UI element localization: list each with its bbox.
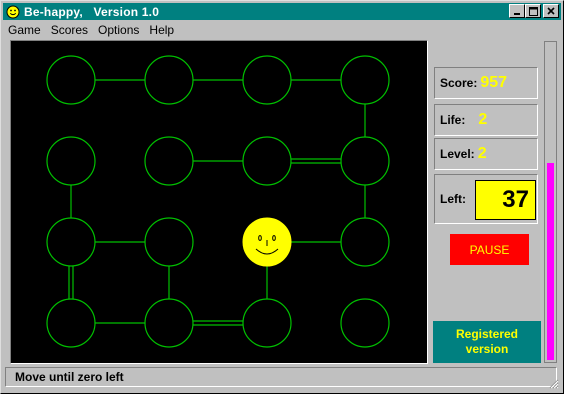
menu-bar: Game Scores Options Help [3, 21, 561, 39]
board-node[interactable] [242, 55, 292, 105]
minimize-button[interactable] [509, 4, 525, 18]
board-node[interactable] [340, 298, 390, 348]
left-counter: 37 [475, 180, 536, 220]
board-node[interactable] [340, 55, 390, 105]
pause-button[interactable]: PAUSE [450, 234, 529, 265]
level-value: 2 [477, 145, 487, 162]
score-value: 957 [480, 74, 508, 91]
app-window: Be-happy, Version 1.0 Game Scores Option… [0, 0, 564, 394]
board-node[interactable] [340, 136, 390, 186]
score-label: Score: [440, 76, 478, 90]
board-node[interactable] [144, 55, 194, 105]
status-bar: Move until zero left [5, 367, 557, 387]
smiley-icon [6, 5, 20, 18]
board-node[interactable] [46, 298, 96, 348]
side-panel: Score: 957 Life: 2 Level: 2 Left: 37 PAU… [431, 40, 541, 364]
board-node[interactable] [144, 217, 194, 267]
board-node[interactable] [242, 298, 292, 348]
window-title: Be-happy, Version 1.0 [24, 4, 160, 19]
menu-help[interactable]: Help [144, 21, 179, 39]
board-node[interactable] [46, 217, 96, 267]
minimize-icon [514, 13, 520, 15]
status-message: Move until zero left [15, 370, 124, 384]
life-panel: Life: 2 [434, 104, 538, 136]
registered-line2: version [465, 342, 509, 356]
registered-banner: Registered version [433, 321, 541, 363]
menu-game[interactable]: Game [3, 21, 46, 39]
maximize-icon [528, 6, 538, 16]
menu-options[interactable]: Options [93, 21, 144, 39]
resize-grip-icon[interactable] [548, 378, 559, 389]
maximize-button[interactable] [525, 4, 541, 18]
level-panel: Level: 2 [434, 138, 538, 170]
left-panel: Left: 37 [434, 174, 538, 224]
progress-gauge [544, 41, 557, 363]
board-node[interactable] [46, 55, 96, 105]
life-label: Life: [440, 113, 466, 127]
progress-gauge-fill [547, 163, 554, 360]
registered-line1: Registered [455, 327, 519, 341]
close-button[interactable] [543, 4, 559, 18]
board-node[interactable] [340, 217, 390, 267]
window-controls [509, 4, 559, 18]
board-node[interactable] [144, 136, 194, 186]
left-label: Left: [440, 192, 466, 206]
title-bar[interactable]: Be-happy, Version 1.0 [3, 3, 561, 20]
score-panel: Score: 957 [434, 67, 538, 99]
close-icon [547, 7, 555, 15]
board-node[interactable] [242, 136, 292, 186]
board-node[interactable] [144, 298, 194, 348]
board-canvas [46, 55, 390, 348]
menu-scores[interactable]: Scores [46, 21, 93, 39]
level-label: Level: [440, 147, 475, 161]
game-board[interactable] [10, 40, 428, 364]
life-value: 2 [478, 111, 488, 128]
board-node[interactable] [46, 136, 96, 186]
